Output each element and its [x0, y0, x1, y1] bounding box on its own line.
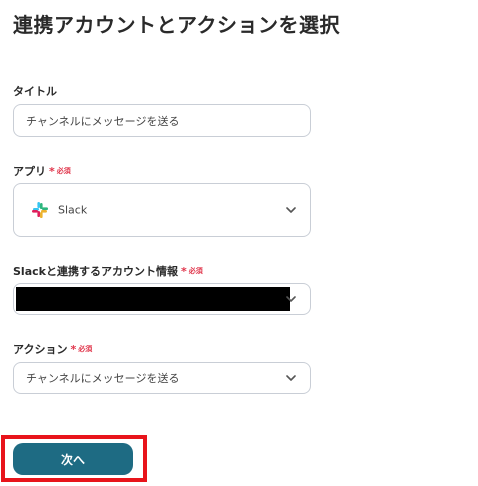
- action-select[interactable]: チャンネルにメッセージを送る: [13, 362, 311, 394]
- action-label-text: アクション: [13, 343, 68, 356]
- chevron-down-icon: [286, 375, 296, 381]
- title-input[interactable]: チャンネルにメッセージを送る: [13, 104, 311, 137]
- app-select-value: Slack: [58, 203, 88, 217]
- action-select-value: チャンネルにメッセージを送る: [26, 372, 180, 385]
- account-select[interactable]: [13, 283, 311, 315]
- app-field-label: アプリ * 必須: [13, 163, 71, 179]
- required-text: 必須: [56, 167, 71, 175]
- account-field-label: Slackと連携するアカウント情報 * 必須: [13, 263, 203, 279]
- next-button[interactable]: 次へ: [13, 443, 133, 475]
- required-mark: *: [70, 342, 77, 356]
- chevron-down-icon: [286, 207, 296, 213]
- slack-logo-icon: [32, 202, 48, 218]
- app-label-text: アプリ: [13, 165, 46, 178]
- title-field-label: タイトル: [13, 83, 57, 99]
- required-text: 必須: [188, 267, 203, 275]
- title-label-text: タイトル: [13, 85, 57, 98]
- chevron-down-icon: [286, 296, 296, 302]
- account-label-text: Slackと連携するアカウント情報: [13, 265, 178, 278]
- redacted-account-value: [16, 287, 290, 311]
- required-mark: *: [180, 264, 187, 278]
- required-text: 必須: [78, 345, 93, 353]
- action-field-label: アクション * 必須: [13, 341, 92, 357]
- app-select[interactable]: Slack: [13, 183, 311, 237]
- page-title: 連携アカウントとアクションを選択: [13, 13, 340, 37]
- title-input-value: チャンネルにメッセージを送る: [26, 114, 180, 128]
- required-mark: *: [49, 164, 55, 178]
